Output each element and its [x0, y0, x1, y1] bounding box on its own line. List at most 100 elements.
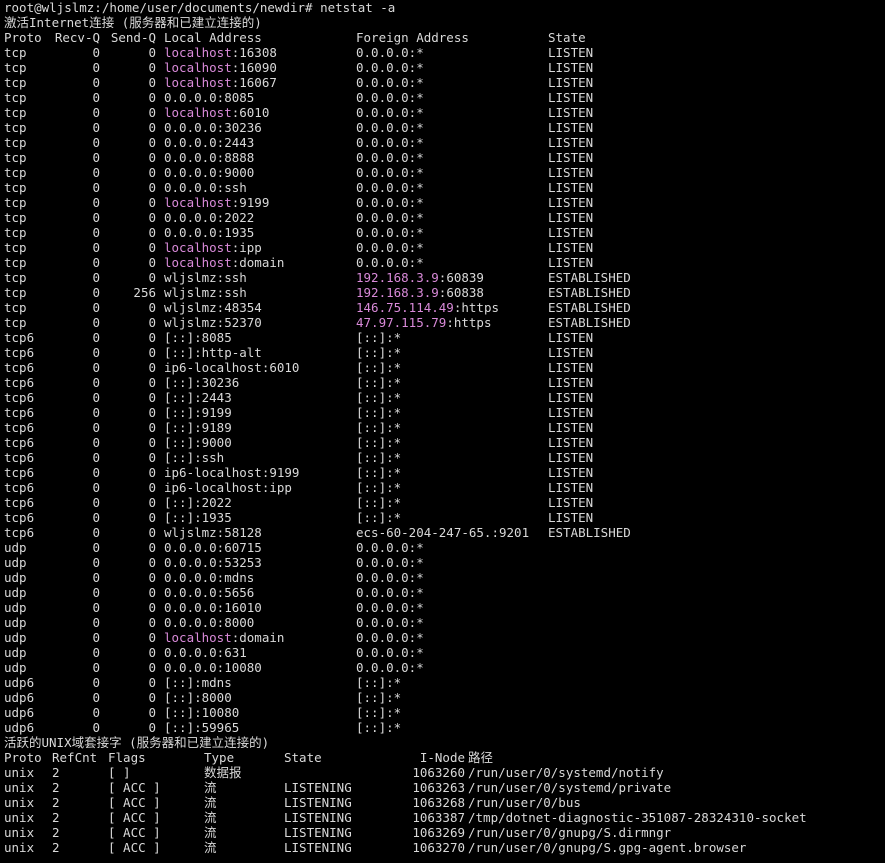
cell-local-address: wljslmz:52370: [164, 315, 262, 330]
local-address-rest: 0.0.0.0:631: [164, 645, 247, 660]
foreign-address-rest: :https: [453, 300, 499, 315]
cell-local-address: [::]:9199: [164, 405, 232, 420]
cell-proto: tcp: [4, 120, 27, 135]
unix-cell-refcnt: 2: [52, 825, 60, 840]
cell-proto: tcp: [4, 315, 27, 330]
cell-recvq: 0: [92, 450, 100, 465]
header-state: State: [548, 30, 586, 45]
cell-state: ESTABLISHED: [548, 300, 631, 315]
unix-table-header: Proto RefCnt Flags Type State I-Node 路径: [0, 750, 885, 765]
table-row: udp6 0 0 [::]:59965 [::]:*: [0, 720, 885, 735]
cell-sendq: 0: [148, 90, 156, 105]
table-row: tcp6 0 0 [::]:9199 [::]:* LISTEN: [0, 405, 885, 420]
foreign-address-rest: 0.0.0.0:*: [356, 600, 424, 615]
cell-sendq: 0: [148, 210, 156, 225]
cell-sendq: 0: [148, 105, 156, 120]
table-row: tcp 0 0 localhost:domain 0.0.0.0:* LISTEN: [0, 255, 885, 270]
cell-recvq: 0: [92, 675, 100, 690]
unix-cell-flags: [ ACC ]: [108, 825, 161, 840]
table-row: unix 2 [ ACC ] 流 LISTENING 1063269/run/user/0…: [0, 825, 885, 840]
cell-state: LISTEN: [548, 345, 594, 360]
local-host-highlight: localhost: [164, 75, 232, 90]
inet-table-header: Proto Recv-Q Send-Q Local Address Foreig…: [0, 30, 885, 45]
unix-cell-flags: [ ACC ]: [108, 840, 161, 855]
local-host-highlight: localhost: [164, 105, 232, 120]
cell-state: LISTEN: [548, 450, 594, 465]
local-address-rest: ip6-localhost:ipp: [164, 480, 292, 495]
cell-state: ESTABLISHED: [548, 525, 631, 540]
cell-state: LISTEN: [548, 210, 594, 225]
cell-sendq: 0: [148, 660, 156, 675]
cell-recvq: 0: [92, 135, 100, 150]
local-address-rest: wljslmz:58128: [164, 525, 262, 540]
cell-sendq: 0: [148, 480, 156, 495]
cell-sendq: 0: [148, 345, 156, 360]
cell-foreign-address: 0.0.0.0:*: [356, 165, 424, 180]
unix-cell-type: 流: [204, 795, 217, 810]
cell-recvq: 0: [92, 660, 100, 675]
unix-cell-proto: unix: [4, 765, 35, 780]
cell-foreign-address: [::]:*: [356, 465, 401, 480]
cell-local-address: localhost:domain: [164, 630, 284, 645]
local-address-rest: [::]:9189: [164, 420, 232, 435]
table-row: tcp6 0 0 ip6-localhost:9199 [::]:* LISTEN: [0, 465, 885, 480]
unix-header-path: 路径: [468, 750, 494, 765]
cell-proto: tcp6: [4, 390, 35, 405]
table-row: udp 0 0 localhost:domain 0.0.0.0:*: [0, 630, 885, 645]
unix-header-proto: Proto: [4, 750, 42, 765]
cell-recvq: 0: [92, 285, 100, 300]
table-row: tcp 0 0 localhost:9199 0.0.0.0:* LISTEN: [0, 195, 885, 210]
cell-recvq: 0: [92, 180, 100, 195]
cell-local-address: [::]:1935: [164, 510, 232, 525]
unix-cell-flags: [ ACC ]: [108, 795, 161, 810]
foreign-address-rest: [::]:*: [356, 435, 402, 450]
cell-local-address: 0.0.0.0:631: [164, 645, 247, 660]
table-row: tcp 0 0 0.0.0.0:30236 0.0.0.0:* LISTEN: [0, 120, 885, 135]
unix-cell-state: LISTENING: [284, 795, 352, 810]
unix-cell-refcnt: 2: [52, 765, 60, 780]
cell-sendq: 0: [148, 435, 156, 450]
cell-state: LISTEN: [548, 435, 594, 450]
foreign-address-rest: 0.0.0.0:*: [356, 615, 424, 630]
cell-foreign-address: 0.0.0.0:*: [356, 555, 424, 570]
foreign-address-rest: 0.0.0.0:*: [356, 180, 424, 195]
cell-sendq: 0: [148, 510, 156, 525]
cell-sendq: 0: [148, 570, 156, 585]
cell-local-address: 0.0.0.0:mdns: [164, 570, 254, 585]
cell-recvq: 0: [92, 90, 100, 105]
unix-cell-flags: [ ACC ]: [108, 810, 161, 825]
foreign-address-rest: [::]:*: [356, 450, 402, 465]
terminal-window[interactable]: root@wljslmz:/home/user/documents/newdir…: [0, 0, 885, 863]
cell-proto: tcp6: [4, 360, 35, 375]
cell-foreign-address: [::]:*: [356, 705, 401, 720]
local-address-rest: 0.0.0.0:1935: [164, 225, 255, 240]
local-address-rest: wljslmz:ssh: [164, 285, 247, 300]
cell-sendq: 0: [148, 540, 156, 555]
cell-state: LISTEN: [548, 255, 594, 270]
foreign-address-rest: 0.0.0.0:*: [356, 630, 424, 645]
foreign-address-rest: [::]:*: [356, 675, 402, 690]
cell-foreign-address: 47.97.115.79:https: [356, 315, 491, 330]
cell-recvq: 0: [92, 45, 100, 60]
cell-local-address: 0.0.0.0:60715: [164, 540, 262, 555]
table-row: udp 0 0 0.0.0.0:60715 0.0.0.0:*: [0, 540, 885, 555]
cell-sendq: 0: [148, 300, 156, 315]
cell-foreign-address: 0.0.0.0:*: [356, 540, 424, 555]
cell-state: LISTEN: [548, 495, 594, 510]
cell-recvq: 0: [92, 300, 100, 315]
table-row: tcp 0 0 localhost:16090 0.0.0.0:* LISTEN: [0, 60, 885, 75]
cell-proto: tcp6: [4, 480, 35, 495]
foreign-address-rest: 0.0.0.0:*: [356, 540, 424, 555]
table-row: unix 2 [ ACC ] 流 LISTENING 1063268/run/user/0…: [0, 795, 885, 810]
table-row: tcp 0 0 localhost:16067 0.0.0.0:* LISTEN: [0, 75, 885, 90]
cell-foreign-address: [::]:*: [356, 345, 401, 360]
cell-sendq: 0: [148, 225, 156, 240]
cell-local-address: [::]:8085: [164, 330, 232, 345]
foreign-host-highlight: 47.97.115.79: [356, 315, 447, 330]
cell-foreign-address: 0.0.0.0:*: [356, 75, 424, 90]
header-foreign-address: Foreign Address: [356, 30, 469, 45]
foreign-address-rest: [::]:*: [356, 360, 402, 375]
cell-local-address: 0.0.0.0:9000: [164, 165, 254, 180]
unix-cell-refcnt: 2: [52, 795, 60, 810]
foreign-address-rest: 0.0.0.0:*: [356, 210, 424, 225]
